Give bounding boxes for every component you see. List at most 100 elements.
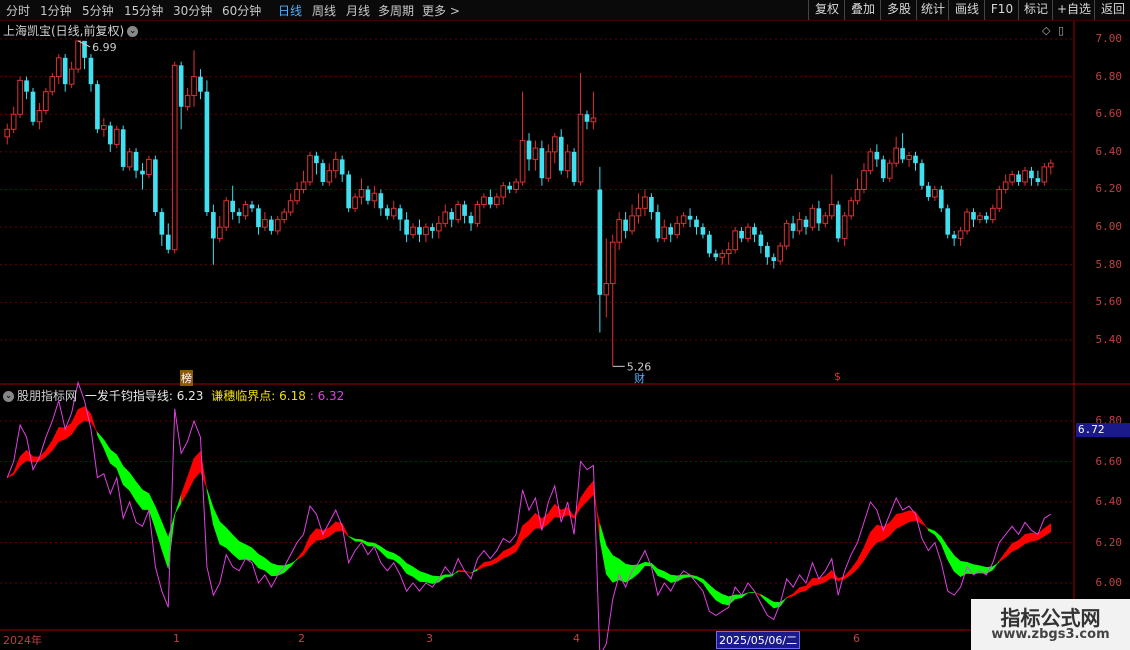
candle-body [423,226,429,236]
watermark-logo: 指标公式网 www.zbgs3.com [971,599,1130,650]
candle-body [352,196,358,209]
band-segment [309,527,317,547]
price-tick: 5.60 [1095,295,1123,308]
candle-body [1022,170,1028,183]
candle-body [783,222,790,247]
candle-body [545,151,552,179]
candle-body [623,219,628,231]
band-segment [509,543,517,556]
candle-body [1035,178,1041,182]
band-segment [947,545,955,572]
band-segment [180,476,188,505]
candle-body [900,148,905,160]
cai-marker[interactable]: 财 [634,370,645,386]
band-segment [1044,523,1052,537]
candle-body [1002,181,1009,191]
price-tick: 5.80 [1095,258,1123,271]
candle-body [674,222,680,236]
dollar-marker[interactable]: $ [834,370,841,383]
band-segment [380,546,388,559]
band-segment [599,523,607,575]
band-segment [883,522,890,541]
band-segment [296,549,304,561]
candle-body [211,212,216,239]
candle-body [835,204,841,239]
candle-body [790,223,796,231]
band-segment [348,536,356,542]
price-tick: 6.60 [1095,107,1123,120]
band-segment [135,481,143,511]
band-segment [1037,527,1045,541]
band-segment [709,584,717,601]
candle-body [880,159,886,179]
candle-body [230,200,235,213]
candle-body [919,163,925,186]
band-segment [399,556,407,575]
band-segment [213,507,221,545]
candle-body [184,94,191,108]
chart-canvas[interactable]: 6.995.26 [0,0,1130,650]
band-segment [580,487,588,509]
price-tick: 6.80 [1095,70,1123,83]
band-segment [548,503,556,525]
price-tick: 6.20 [1095,182,1123,195]
band-segment [863,532,871,562]
candle-body [519,140,526,183]
candle-body [707,234,712,254]
candle-body [957,230,964,239]
candle-body [867,151,874,172]
candle-body [874,151,880,160]
candle-body [532,147,539,160]
candle-body [120,129,126,167]
candle-body [906,155,912,160]
band-segment [77,406,85,426]
indicator-line3-value: 6.32 [317,389,345,403]
candle-body [687,215,693,220]
band-segment [219,521,227,549]
band-segment [992,560,1000,571]
candle-body [24,80,29,92]
candle-body [178,65,184,107]
band-segment [406,562,414,578]
indicator-line2-value: 6.18 [279,389,306,403]
band-segment [238,540,246,560]
candle-body [191,76,197,96]
close-price-line [6,380,1052,650]
band-segment [683,574,691,579]
band-segment [734,594,742,600]
panel-icon[interactable]: ▯ [1058,24,1064,37]
chart-controls: ◇ ▯ [1042,24,1064,37]
chevron-down-icon[interactable]: ⌄ [3,391,14,402]
candle-body [551,136,558,153]
price-tick: 7.00 [1095,32,1123,45]
candle-body [300,181,307,191]
candle-body [493,196,500,206]
candle-body [294,189,300,202]
band-segment [367,542,375,547]
candle-body [713,253,719,258]
diamond-icon[interactable]: ◇ [1042,24,1050,37]
candle-body [926,185,931,198]
candle-body [745,226,751,239]
chevron-down-icon[interactable]: ⌄ [127,26,139,37]
indicator-title-bar: ⌄ 股朋指标网 一发千钧指导线: 6.23 谦穗临界点: 6.18 : 6.32 [3,387,344,404]
candle-body [777,245,784,262]
candle-body [655,212,661,239]
candle-body [649,197,654,213]
candle-body [861,170,867,190]
candle-body [668,227,674,235]
candle-body [314,155,319,164]
high-price-label: 6.99 [92,41,117,54]
candle-body [55,57,62,78]
bang-marker[interactable]: 榜 [180,370,193,386]
main-chart-title[interactable]: 上海凯宝(日线,前复权) ⌄ [3,22,139,39]
candle-body [809,207,816,228]
band-segment [19,449,27,467]
candle-body [526,140,532,160]
band-segment [245,544,253,561]
band-segment [71,409,79,436]
band-segment [502,547,510,559]
indicator-tick: 6.60 [1095,455,1123,468]
candle-body [661,226,668,239]
candle-body [758,234,764,246]
